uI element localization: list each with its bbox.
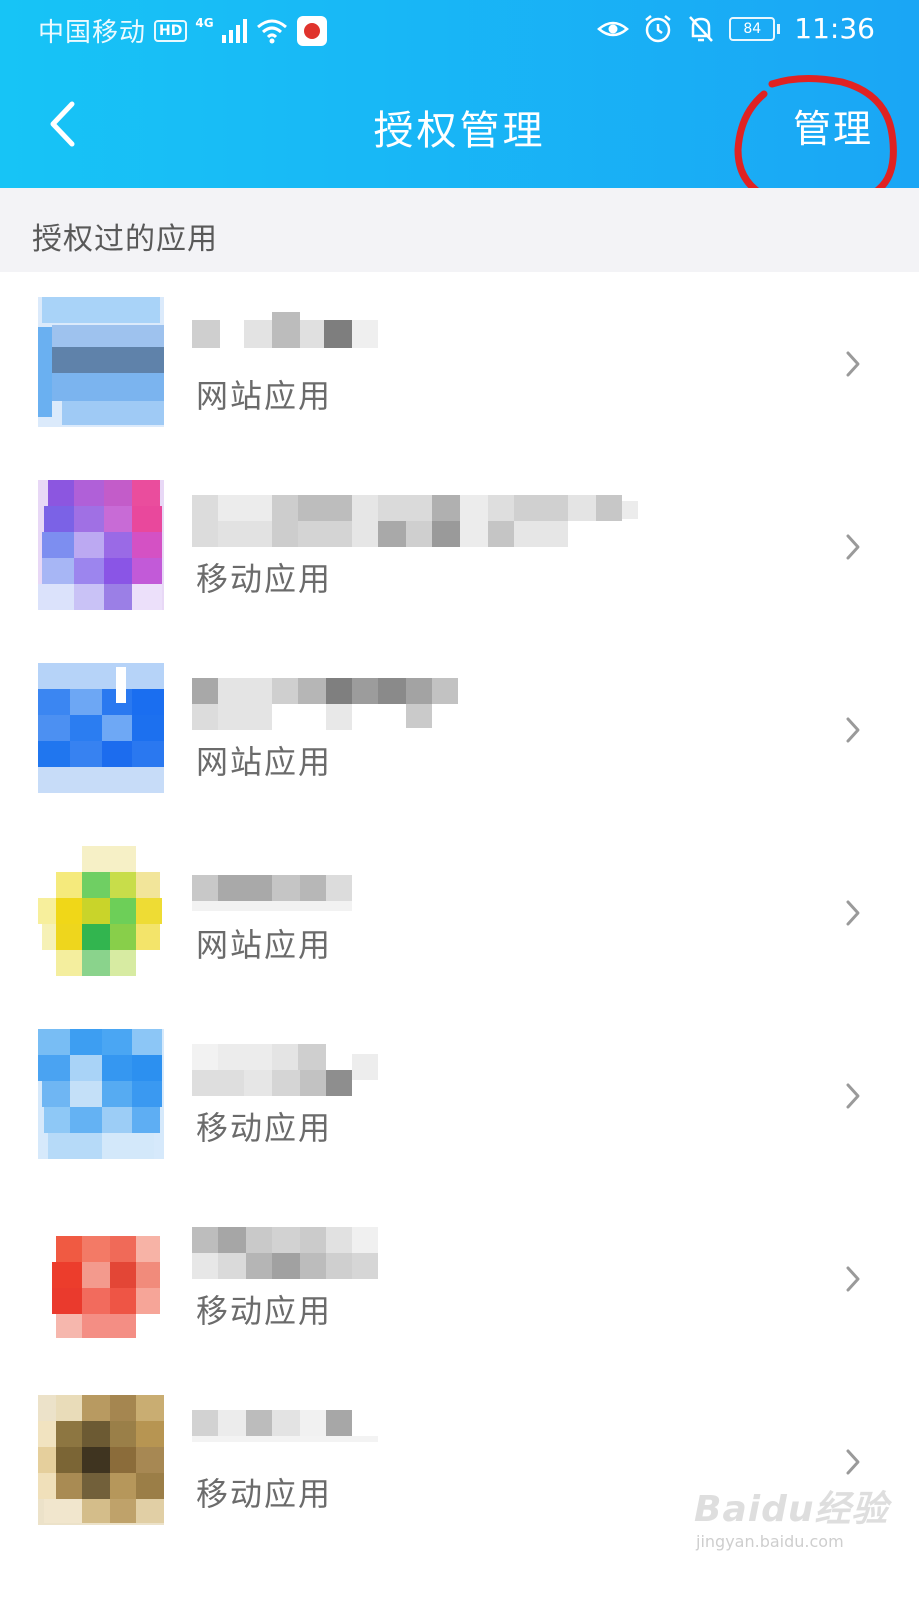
app-icon: [38, 480, 164, 610]
signal-icon: [221, 18, 247, 43]
app-name-redacted: [192, 875, 352, 911]
carrier-name: 中国移动: [38, 18, 147, 48]
list-item[interactable]: 移动应用: [0, 1187, 919, 1370]
authorized-app-list: 网站应用 移动应用 网站应用 网站应用 移动应用 移动应用 移动应用: [0, 272, 919, 1553]
status-time: 11:36: [794, 12, 875, 45]
nav-bar: 授权管理 管理: [0, 62, 919, 188]
app-icon: [38, 1212, 164, 1342]
manage-button[interactable]: 管理: [793, 98, 873, 153]
list-item[interactable]: 网站应用: [0, 821, 919, 1004]
alarm-icon: [645, 14, 672, 42]
baidu-watermark: Baidu经验 jingyan.baidu.com: [694, 1480, 894, 1570]
app-type-label: 网站应用: [196, 926, 333, 964]
app-header: 中国移动 HD 4G 84 11:36 授权管理 管理: [0, 0, 919, 188]
app-icon: [38, 663, 164, 793]
section-title: 授权过的应用: [32, 222, 218, 257]
page-title: 授权管理: [373, 108, 546, 154]
battery-icon: 84: [729, 16, 781, 41]
section-header: 授权过的应用: [0, 188, 919, 272]
app-icon: [38, 846, 164, 976]
list-item[interactable]: 移动应用: [0, 455, 919, 638]
app-icon: [38, 1029, 164, 1159]
wifi-icon: [256, 19, 287, 43]
app-type-label: 网站应用: [196, 377, 333, 415]
app-type-label: 移动应用: [196, 560, 333, 598]
chevron-right-icon: [846, 1083, 860, 1109]
mute-icon: [689, 15, 714, 42]
status-left: 中国移动 HD 4G: [38, 12, 327, 49]
status-right: 84 11:36: [597, 12, 875, 45]
app-name-redacted: [192, 1227, 378, 1279]
list-item[interactable]: 移动应用: [0, 1004, 919, 1187]
app-icon: [38, 297, 164, 427]
app-name-redacted: [192, 495, 638, 547]
list-item[interactable]: 网站应用: [0, 272, 919, 455]
app-name-redacted: [192, 1044, 378, 1096]
chevron-right-icon: [846, 1449, 860, 1475]
watermark-brand: Baidu经验: [694, 1489, 889, 1530]
status-bar: 中国移动 HD 4G 84 11:36: [0, 0, 919, 62]
app-type-label: 移动应用: [196, 1475, 333, 1513]
app-icon: [38, 1395, 164, 1525]
app-type-label: 移动应用: [196, 1292, 333, 1330]
app-name-redacted: [192, 312, 378, 348]
app-name-redacted: [192, 678, 458, 730]
chevron-right-icon: [846, 351, 860, 377]
eye-icon: [597, 21, 630, 36]
chevron-right-icon: [846, 1266, 860, 1292]
baidu-app-icon: [296, 15, 327, 46]
app-type-label: 移动应用: [196, 1109, 333, 1147]
battery-level: 84: [729, 16, 776, 41]
watermark-url: jingyan.baidu.com: [696, 1532, 844, 1551]
app-type-label: 网站应用: [196, 743, 333, 781]
chevron-right-icon: [846, 717, 860, 743]
network-type: 4G: [195, 15, 214, 30]
app-name-redacted: [192, 1410, 378, 1442]
chevron-right-icon: [846, 534, 860, 560]
chevron-right-icon: [846, 900, 860, 926]
hd-badge: HD: [154, 19, 188, 42]
list-item[interactable]: 网站应用: [0, 638, 919, 821]
